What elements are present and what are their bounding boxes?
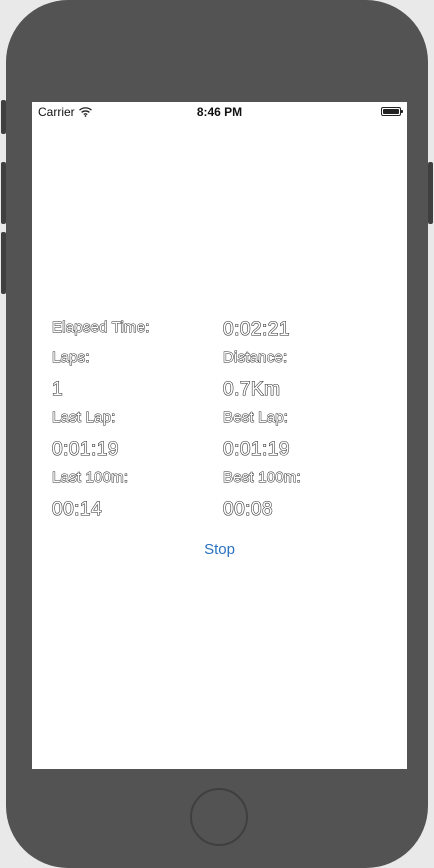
last-lap-value: 0:01:19 <box>51 438 119 460</box>
power-button <box>428 162 433 224</box>
device-screen: Carrier 8:46 PM Elapsed Time: 0:02:21 La… <box>32 102 407 769</box>
best-lap-value: 0:01:19 <box>222 438 290 460</box>
stop-button[interactable]: Stop <box>32 540 407 559</box>
best-100m-label: Best 100m: <box>223 469 302 487</box>
battery-icon <box>381 107 403 116</box>
best-lap-label: Best Lap: <box>222 409 289 427</box>
laps-value: 1 <box>51 378 64 400</box>
mute-switch <box>1 100 6 134</box>
laps-label: Laps: <box>52 349 90 367</box>
distance-label: Distance: <box>222 349 288 367</box>
last-100m-value: 00:14 <box>51 498 103 520</box>
best-100m-value: 00:08 <box>222 498 274 520</box>
simulator-background: Carrier 8:46 PM Elapsed Time: 0:02:21 La… <box>0 0 434 868</box>
volume-down-button <box>1 232 6 294</box>
last-lap-label: Last Lap: <box>52 409 116 427</box>
last-100m-label: Last 100m: <box>51 469 129 487</box>
volume-up-button <box>1 162 6 224</box>
distance-value: 0.7Km <box>222 378 281 400</box>
elapsed-time-label: Elapsed Time: <box>52 319 150 337</box>
elapsed-time-value: 0:02:21 <box>222 318 290 340</box>
home-button[interactable] <box>190 788 248 846</box>
status-time: 8:46 PM <box>196 105 243 119</box>
battery-level <box>383 109 399 114</box>
status-bar: Carrier 8:46 PM <box>32 102 407 122</box>
